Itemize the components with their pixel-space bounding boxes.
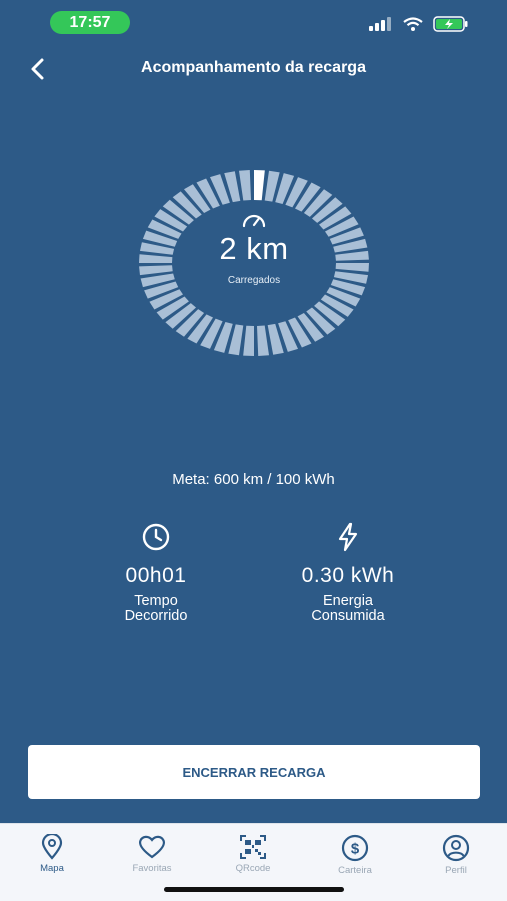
nav-label-map: Mapa <box>40 863 64 874</box>
nav-label-profile: Perfil <box>445 865 467 876</box>
energy-consumed-stat: 0.30 kWh Energia Consumida <box>248 522 448 624</box>
lightning-icon <box>338 522 358 552</box>
elapsed-time-label-line2: Decorrido <box>124 608 188 624</box>
signal-icon <box>369 17 391 31</box>
elapsed-time-label-line1: Tempo <box>134 593 178 609</box>
elapsed-time-label: Tempo Decorrido <box>56 594 256 624</box>
profile-icon <box>442 834 470 862</box>
charge-goal: Meta: 600 km / 100 kWh <box>172 471 335 488</box>
home-indicator <box>164 887 344 892</box>
nav-label-qrcode: QRcode <box>235 863 271 874</box>
nav-item-profile[interactable]: Perfil <box>416 834 496 876</box>
nav-item-favorites[interactable]: Favoritas <box>112 834 192 874</box>
charge-summary: 2 km Carregados <box>138 210 370 286</box>
elapsed-time-value: 00h01 <box>125 564 187 587</box>
status-time: 17:57 <box>50 11 130 34</box>
elapsed-time-stat: 00h01 Tempo Decorrido <box>56 522 256 624</box>
energy-consumed-label: Energia Consumida <box>248 594 448 624</box>
heart-icon <box>139 835 165 859</box>
speedometer-icon <box>242 214 266 228</box>
energy-consumed-label-line1: Energia <box>323 593 373 609</box>
ring-segment <box>257 325 270 356</box>
end-charge-button[interactable]: ENCERRAR RECARGA <box>28 745 480 799</box>
wifi-icon <box>403 17 423 31</box>
wallet-icon: $ <box>341 834 369 862</box>
charged-distance-label: Carregados <box>227 275 281 286</box>
clock-icon <box>142 523 170 551</box>
ring-segment <box>238 170 251 201</box>
charged-distance: 2 km <box>219 231 289 266</box>
nav-item-wallet[interactable]: $ Carteira <box>315 834 395 876</box>
status-icons <box>369 14 469 34</box>
energy-consumed-value: 0.30 kWh <box>301 564 395 587</box>
page-title: Acompanhamento da recarga <box>141 59 366 76</box>
header: Acompanhamento da recarga <box>0 50 507 90</box>
ring-segment <box>243 325 254 356</box>
nav-item-qrcode[interactable]: QRcode <box>213 834 293 874</box>
status-bar: 17:57 <box>0 0 507 44</box>
ring-segment-active <box>254 170 265 201</box>
energy-consumed-label-line2: Consumida <box>311 608 385 624</box>
nav-item-map[interactable]: Mapa <box>12 834 92 874</box>
nav-label-wallet: Carteira <box>338 865 372 876</box>
map-pin-icon <box>41 834 63 860</box>
svg-text:$: $ <box>351 841 360 858</box>
qrcode-icon <box>240 835 266 859</box>
battery-charging-icon <box>433 16 468 32</box>
nav-label-favorites: Favoritas <box>132 863 172 874</box>
